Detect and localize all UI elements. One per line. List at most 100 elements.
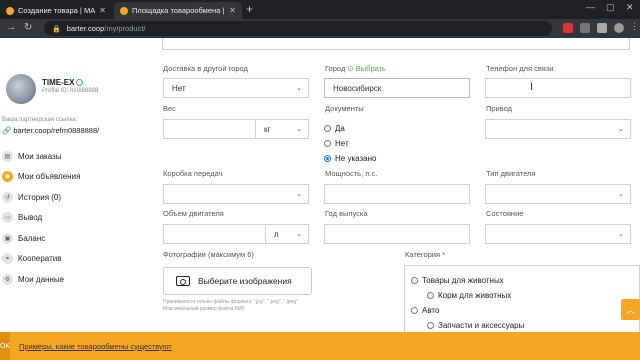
- photo-size-hint: Максимальный размер файла 5Мб: [163, 306, 245, 312]
- url-host: barter.coop: [66, 24, 105, 33]
- category-item-label: Запчасти и аксессуары: [438, 321, 525, 330]
- lock-icon: 🔒: [52, 25, 61, 33]
- sidebar-item-balance[interactable]: ▣ Баланс: [2, 228, 142, 249]
- avatar-icon[interactable]: [614, 23, 624, 33]
- delivery-select[interactable]: Нет ⌄: [163, 78, 309, 98]
- sidebar-menu: ▤ Мои заказы ◉ Мои объявления ↺ История (0)…: [2, 146, 142, 290]
- category-item[interactable]: Корм для животных: [427, 291, 511, 300]
- year-label: Год выпуска: [325, 209, 368, 218]
- drive-select[interactable]: ⌄: [485, 119, 631, 139]
- radio-label: Да: [335, 124, 345, 133]
- sidebar-item-history[interactable]: ↺ История (0): [2, 187, 142, 208]
- category-item[interactable]: Товары для животных: [411, 276, 504, 285]
- chevron-down-icon: ⌄: [296, 85, 302, 92]
- volume-unit-select[interactable]: л ⌄: [265, 224, 309, 244]
- phone-label: Телефон для связи: [486, 64, 554, 73]
- radio-label: Нет: [335, 139, 349, 148]
- sidebar-item-my-data[interactable]: ⚙ Мои данные: [2, 269, 142, 290]
- radio-icon: [324, 125, 331, 132]
- username: TIME-EX: [42, 78, 84, 87]
- state-select[interactable]: ⌄: [485, 224, 631, 244]
- engine-select[interactable]: ⌄: [485, 184, 631, 204]
- avatar: [6, 74, 36, 104]
- radio-icon: [427, 292, 434, 299]
- docs-radio-yes[interactable]: Да: [324, 124, 345, 133]
- bottom-banner: OK Примеры, какие товарообмены существую…: [0, 332, 640, 360]
- tab-marketplace[interactable]: Площадка товарообмена | МАО ✕: [114, 2, 242, 19]
- sidebar-item-label: Вывод: [18, 213, 43, 223]
- docs-label: Документы: [325, 104, 364, 113]
- category-item-label: Авто: [422, 306, 440, 315]
- year-input[interactable]: [324, 224, 470, 244]
- page-content: TIME-EX Profile ID: m0888888 Ваша партне…: [0, 38, 640, 360]
- url-bar[interactable]: 🔒 barter.coop /my/product/: [44, 21, 552, 36]
- category-item[interactable]: Запчасти и аксессуары: [427, 321, 524, 330]
- chevron-down-icon: ⌄: [618, 231, 624, 238]
- ads-icon: ◉: [2, 171, 13, 183]
- photo-format-hint: Принимаются только файлы формата ".jpg",…: [163, 299, 298, 305]
- orders-icon: ▤: [2, 150, 13, 162]
- radio-icon: [427, 322, 434, 329]
- withdraw-icon: ▭: [2, 212, 13, 224]
- close-window-button[interactable]: ✕: [626, 2, 634, 13]
- verified-icon: [76, 79, 84, 86]
- referral-link[interactable]: 🔗 barter.coop/refm0888888/: [2, 126, 99, 135]
- chevron-down-icon: ⌄: [618, 191, 624, 198]
- history-icon: ↺: [2, 191, 13, 203]
- profile-id: Profile ID: m0888888: [42, 88, 99, 94]
- gearbox-select[interactable]: ⌄: [163, 184, 309, 204]
- sidebar-item-label: Мои данные: [18, 274, 65, 284]
- referral-link-text: barter.coop/refm0888888/: [13, 126, 100, 135]
- extension-icon[interactable]: [563, 23, 573, 33]
- weight-unit-value: кг: [264, 124, 271, 134]
- chevron-down-icon: ⌄: [296, 231, 302, 238]
- chevron-down-icon: ⌄: [618, 126, 624, 133]
- volume-input[interactable]: [163, 224, 266, 244]
- menu-dots-icon[interactable]: ⋮: [630, 21, 640, 31]
- weight-unit-select[interactable]: кг ⌄: [255, 119, 309, 139]
- radio-icon: [411, 277, 418, 284]
- tab-create-product[interactable]: Создание товара | МАО Бартер ✕: [0, 2, 112, 19]
- sidebar-item-withdraw[interactable]: ▭ Вывод: [2, 208, 142, 229]
- weight-input[interactable]: [163, 119, 256, 139]
- drive-label: Привод: [486, 104, 513, 113]
- city-pick-link[interactable]: ⊙ Выбрать: [347, 64, 386, 73]
- category-item[interactable]: Авто: [411, 306, 439, 315]
- sidebar-item-coop[interactable]: ⚭ Кооператив: [2, 249, 142, 270]
- chevron-down-icon: ⌄: [296, 191, 302, 198]
- banner-link[interactable]: Примеры, какие товарообмены существуют: [19, 342, 172, 351]
- minimize-button[interactable]: —: [586, 2, 595, 12]
- forward-icon[interactable]: →: [6, 22, 16, 33]
- coop-icon: ⚭: [2, 253, 13, 265]
- city-value: Новосибирск: [333, 83, 382, 93]
- sidebar-item-label: Мои объявления: [18, 172, 81, 182]
- docs-radio-unknown[interactable]: Не указано: [324, 154, 376, 163]
- sidebar-item-ads[interactable]: ◉ Мои объявления: [2, 167, 142, 188]
- new-tab-button[interactable]: +: [246, 2, 253, 16]
- city-input[interactable]: Новосибирск: [324, 78, 470, 98]
- favicon-icon: [6, 6, 14, 15]
- phone-input[interactable]: Ι: [485, 78, 631, 98]
- scroll-up-button[interactable]: ︿: [621, 299, 640, 320]
- gearbox-label: Коробка передач: [163, 169, 223, 178]
- power-input[interactable]: [324, 184, 470, 204]
- radio-checked-icon: [324, 155, 331, 162]
- link-icon: 🔗: [2, 126, 12, 135]
- ok-button[interactable]: OK: [0, 332, 10, 360]
- docs-radio-no[interactable]: Нет: [324, 139, 349, 148]
- close-tab-icon[interactable]: ✕: [99, 6, 106, 15]
- chevron-down-icon: ⌄: [296, 126, 302, 133]
- shield-icon[interactable]: [580, 23, 590, 33]
- upload-images-button[interactable]: Выберите изображения: [163, 267, 312, 295]
- category-item-label: Товары для животных: [422, 276, 504, 285]
- maximize-button[interactable]: ▢: [606, 2, 615, 13]
- sidebar-item-orders[interactable]: ▤ Мои заказы: [2, 146, 142, 167]
- close-tab-icon[interactable]: ✕: [229, 6, 236, 15]
- delivery-label: Доставка в другой город: [163, 64, 248, 73]
- engine-label: Тип двигателя: [486, 169, 536, 178]
- category-item-label: Корм для животных: [438, 291, 512, 300]
- browser-tab-bar: Создание товара | МАО Бартер ✕ Площадка …: [0, 0, 640, 19]
- settings-icon: ⚙: [2, 273, 13, 285]
- reload-icon[interactable]: ↻: [24, 22, 32, 33]
- puzzle-icon[interactable]: [597, 23, 607, 33]
